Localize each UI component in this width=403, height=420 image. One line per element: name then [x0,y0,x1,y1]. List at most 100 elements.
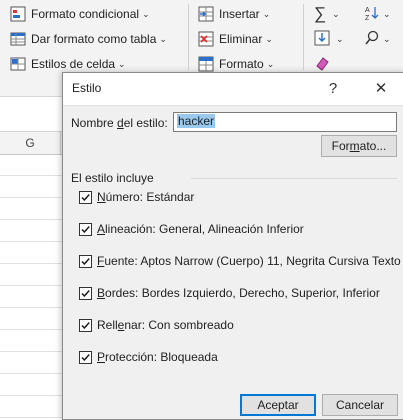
dialog-title: Estilo [72,81,102,95]
dialog-titlebar[interactable]: Estilo ? ✕ [63,73,403,106]
grid-row[interactable] [0,352,62,374]
cell-styles-label: Estilos de celda [31,57,116,71]
grid-row[interactable] [0,176,62,198]
checkbox-alignment-label: Alineación: General, Alineación Inferior [97,222,304,236]
chevron-down-icon: ⌄ [332,8,340,19]
delete-button[interactable]: Eliminar ⌄ [198,28,273,50]
checkbox-fill[interactable]: Rellenar: Con sombreado [79,318,234,332]
style-name-label: Nombre del estilo: [71,116,168,130]
checkbox-protection-label: Protección: Bloqueada [97,350,218,364]
svg-text:A: A [365,7,370,14]
format-as-table-button[interactable]: Dar formato como tabla ⌄ [10,28,167,50]
table-format-icon [10,31,26,47]
style-dialog: Estilo ? ✕ Nombre del estilo: hacker For… [62,72,403,420]
checkbox[interactable] [79,222,92,236]
format-button-pre: For [331,139,350,153]
checkbox-font[interactable]: Fuente: Aptos Narrow (Cuerpo) 11, Negrit… [79,254,403,268]
cancel-button[interactable]: Cancelar [322,394,398,416]
sigma-icon: ∑ [314,4,327,23]
checkmark-icon [81,353,90,361]
style-includes-label: El estilo incluye [71,171,154,185]
insert-button[interactable]: Insertar ⌄ [198,3,270,25]
cell-styles-icon [10,56,26,72]
grid-row[interactable] [0,220,62,242]
accesskey: B [97,286,106,300]
grid-row[interactable] [0,396,62,418]
checkbox-text: rotección: Bloqueada [105,350,218,364]
chevron-down-icon: ⌄ [265,33,273,44]
checkbox-text: ordes: Bordes Izquierdo, Derecho, Superi… [105,286,380,300]
checkbox-number[interactable]: Número: Estándar [79,190,194,204]
chevron-down-icon: ⌄ [266,58,275,69]
ribbon-separator [303,4,304,70]
grid-row[interactable] [0,308,62,330]
sort-filter-button[interactable]: AZ ⌄ [364,3,391,25]
checkbox-alignment[interactable]: Alineación: General, Alineación Inferior [79,222,304,236]
grid-row[interactable] [0,154,62,176]
checkbox[interactable] [79,190,92,204]
format-button-accesskey: m [349,139,360,153]
checkbox[interactable] [79,318,92,332]
close-icon[interactable]: ✕ [361,73,401,105]
checkbox-font-label: Fuente: Aptos Narrow (Cuerpo) 11, Negrit… [97,254,403,268]
format-cells-icon [198,56,214,72]
grid-row[interactable] [0,264,62,286]
style-name-value: hacker [177,114,216,128]
conditional-format-button[interactable]: Formato condicional ⌄ [10,3,150,25]
chevron-down-icon: ⌄ [383,33,391,44]
checkbox-number-label: Número: Estándar [97,190,194,204]
accesskey: A [97,222,106,236]
checkmark-icon [81,257,90,265]
conditional-format-icon [10,6,26,22]
grid-row[interactable] [0,374,62,396]
grid-row[interactable] [0,198,62,220]
format-dialog-button[interactable]: Formato... [321,135,397,157]
chevron-down-icon: ⌄ [118,58,126,69]
fill-button[interactable]: ⌄ [314,28,344,50]
grid-row[interactable] [0,242,62,264]
checkbox-borders[interactable]: Bordes: Bordes Izquierdo, Derecho, Super… [79,286,380,300]
sort-filter-icon: AZ [364,5,380,24]
style-name-label-accesskey: d [117,116,124,130]
checkbox-text: nar: Con sombreado [124,318,234,332]
eraser-icon [314,55,330,74]
delete-cells-icon [198,31,214,47]
checkmark-icon [81,225,90,233]
autosum-button[interactable]: ∑ ⌄ [314,3,340,25]
grid-row[interactable] [0,330,62,352]
grid-row[interactable] [0,286,62,308]
format-as-table-label: Dar formato como tabla [31,32,157,46]
format-label: Formato [219,57,264,71]
chevron-down-icon: ⌄ [262,8,271,19]
insert-label: Insertar [219,7,260,21]
checkbox[interactable] [79,350,92,364]
help-button[interactable]: ? [313,73,353,105]
column-header-g[interactable]: G [0,132,61,154]
accesskey: N [97,190,106,204]
chevron-down-icon: ⌄ [383,8,391,19]
group-divider [191,178,397,179]
ok-button[interactable]: Aceptar [240,394,316,416]
checkbox-protection[interactable]: Protección: Bloqueada [79,350,218,364]
checkbox-text: uente: Aptos Narrow (Cuerpo) 11, Negrita… [104,254,403,268]
checkmark-icon [81,193,90,201]
checkbox[interactable] [79,254,92,268]
delete-label: Eliminar [219,32,263,46]
chevron-down-icon: ⌄ [142,8,150,19]
fill-down-icon [314,30,330,49]
checkmark-icon [81,289,90,297]
style-name-label-prefix: Nombre [71,116,118,130]
checkbox-text-pre: Rell [97,318,118,332]
format-button-post: ato... [359,139,387,153]
chevron-down-icon: ⌄ [336,33,344,44]
checkbox-fill-label: Rellenar: Con sombreado [97,318,234,332]
style-name-input[interactable]: hacker [173,112,397,132]
checkbox-borders-label: Bordes: Bordes Izquierdo, Derecho, Super… [97,286,380,300]
find-select-button[interactable]: ⌄ [364,28,391,50]
ribbon-separator [188,4,189,70]
svg-text:Z: Z [365,15,370,21]
insert-cells-icon [198,6,214,22]
find-magnifier-icon [364,30,380,49]
conditional-format-label: Formato condicional [31,7,140,21]
checkbox[interactable] [79,286,92,300]
